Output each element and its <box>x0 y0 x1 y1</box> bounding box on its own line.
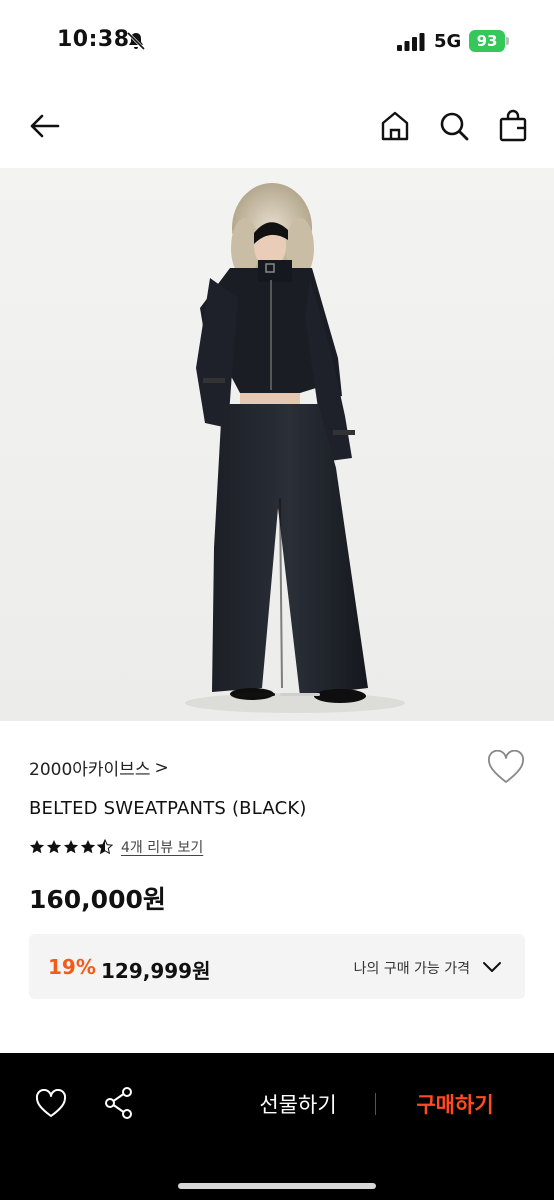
battery-indicator: 93 <box>469 30 505 52</box>
status-bar: 10:38 5G 93 <box>0 0 554 84</box>
product-image[interactable] <box>0 168 554 721</box>
product-photo-illustration <box>185 183 405 713</box>
buy-button[interactable]: 구매하기 <box>395 1089 515 1119</box>
discount-label: 나의 구매 가능 가격 <box>353 961 470 977</box>
battery-level: 93 <box>476 32 498 50</box>
discount-price: 129,999원 <box>101 959 211 983</box>
bottom-action-bar: 선물하기 구매하기 <box>0 1053 554 1200</box>
home-icon[interactable] <box>378 109 412 143</box>
heart-icon[interactable] <box>487 750 525 786</box>
half-star-icon <box>97 839 113 855</box>
original-price: 160,000원 <box>29 885 166 914</box>
status-time: 10:38 <box>57 27 130 52</box>
discount-percent: 19% <box>48 955 96 979</box>
battery-tip <box>506 37 509 45</box>
brand-link[interactable]: 2000아카이브스 > <box>29 755 169 781</box>
star-icon <box>80 840 96 854</box>
star-icon <box>46 840 62 854</box>
carousel-dot <box>280 693 320 696</box>
rating-stars <box>29 839 113 855</box>
share-icon[interactable] <box>103 1086 135 1120</box>
shopping-bag-icon[interactable] <box>496 109 530 143</box>
chevron-right-icon: > <box>154 757 169 778</box>
search-icon[interactable] <box>437 109 471 143</box>
home-indicator[interactable] <box>178 1183 376 1189</box>
star-icon <box>63 840 79 854</box>
brand-name: 2000아카이브스 <box>29 760 151 780</box>
product-title: BELTED SWEATPANTS (BLACK) <box>29 798 307 819</box>
rating-row: 4개 리뷰 보기 <box>29 837 203 857</box>
heart-icon[interactable] <box>35 1089 67 1119</box>
top-nav <box>0 90 554 165</box>
network-type: 5G <box>434 31 462 52</box>
signal-icon <box>397 33 425 51</box>
discount-price-dropdown[interactable]: 19% 129,999원 나의 구매 가능 가격 <box>29 934 525 999</box>
carousel-dot-active <box>235 693 275 696</box>
back-arrow-icon[interactable] <box>27 109 61 143</box>
button-divider <box>375 1093 376 1115</box>
review-link[interactable]: 4개 리뷰 보기 <box>121 837 203 857</box>
carousel-indicator <box>235 693 320 696</box>
chevron-down-icon <box>483 962 501 972</box>
gift-button[interactable]: 선물하기 <box>238 1089 358 1119</box>
bell-off-icon <box>126 31 146 51</box>
star-icon <box>29 840 45 854</box>
